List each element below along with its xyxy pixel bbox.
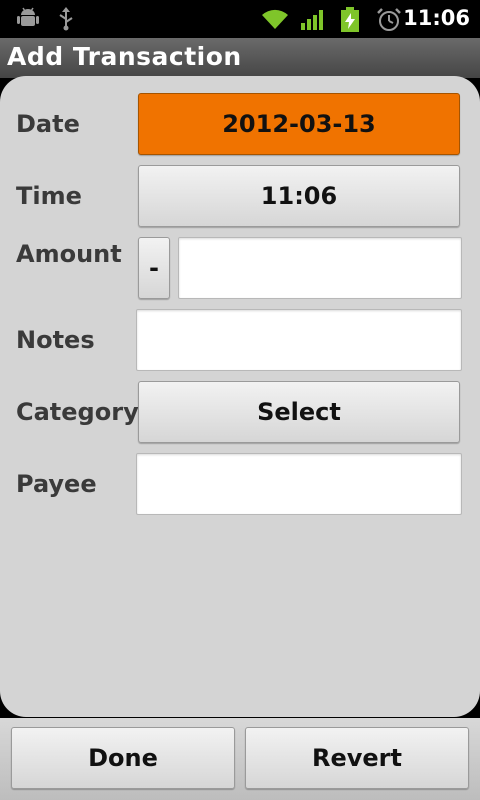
amount-sign-toggle[interactable]: - (138, 237, 170, 299)
status-time: 11:06 (403, 6, 470, 30)
category-select-button[interactable]: Select (138, 381, 460, 443)
battery-charging-icon (341, 7, 359, 32)
action-bar: Done Revert (0, 718, 480, 800)
payee-field[interactable] (136, 453, 462, 515)
wifi-icon (262, 9, 288, 29)
date-label: Date (16, 110, 80, 138)
android-debug-icon (17, 7, 39, 26)
amount-label: Amount (16, 240, 122, 268)
page-title: Add Transaction (7, 42, 242, 71)
date-button[interactable]: 2012-03-13 (138, 93, 460, 155)
done-button[interactable]: Done (11, 727, 235, 789)
time-button[interactable]: 11:06 (138, 165, 460, 227)
alarm-icon (377, 8, 401, 31)
time-label: Time (16, 182, 82, 210)
amount-field[interactable] (178, 237, 462, 299)
usb-icon (59, 7, 73, 31)
form-panel: Date 2012-03-13 Time 11:06 Amount - Note… (0, 76, 480, 717)
payee-label: Payee (16, 470, 97, 498)
title-bar: Add Transaction (0, 38, 480, 78)
status-bar: 11:06 (0, 0, 480, 38)
category-label: Category (16, 398, 139, 426)
signal-icon (301, 10, 323, 30)
notes-label: Notes (16, 326, 95, 354)
revert-button[interactable]: Revert (245, 727, 469, 789)
notes-field[interactable] (136, 309, 462, 371)
